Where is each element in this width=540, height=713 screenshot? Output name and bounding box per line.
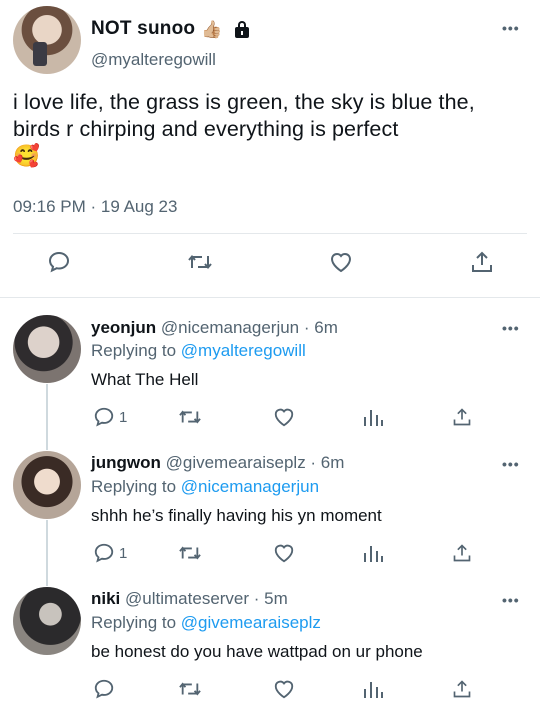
share-button[interactable] xyxy=(452,406,472,428)
replying-to: Replying to @myalteregowill xyxy=(91,341,306,361)
replying-to-label: Replying to xyxy=(91,477,177,496)
retweet-button[interactable] xyxy=(178,678,202,700)
handle-and-time[interactable]: @givemearaiseplz · 6m xyxy=(166,453,345,472)
replying-to: Replying to @nicemanagerjun xyxy=(91,477,319,497)
share-button[interactable] xyxy=(452,678,472,700)
avatar[interactable] xyxy=(13,587,81,655)
like-button[interactable] xyxy=(272,406,296,428)
heart-icon xyxy=(330,253,352,273)
retweet-button[interactable] xyxy=(187,250,213,274)
retweet-icon xyxy=(179,682,201,696)
timestamp[interactable]: 09:16 PM · 19 Aug 23 xyxy=(13,197,177,217)
speech-bubble-icon xyxy=(94,407,114,427)
replying-to-link[interactable]: @myalteregowill xyxy=(181,341,306,360)
main-name-row: NOT sunoo 👍🏼 xyxy=(91,18,250,40)
retweet-button[interactable] xyxy=(178,542,202,564)
replying-to-label: Replying to xyxy=(91,613,177,632)
replying-to-link[interactable]: @givemearaiseplz xyxy=(181,613,321,632)
share-icon xyxy=(453,680,471,698)
views-bar-icon xyxy=(364,682,383,698)
thread-line xyxy=(46,520,48,586)
share-icon xyxy=(472,251,492,272)
tweet-text-body: i love life, the grass is green, the sky… xyxy=(13,90,475,141)
reply-text: be honest do you have wattpad on ur phon… xyxy=(91,642,423,661)
reply-count: 1 xyxy=(119,408,128,426)
heart-icon xyxy=(274,408,294,427)
replying-to-link[interactable]: @nicemanagerjun xyxy=(181,477,319,496)
retweet-button[interactable] xyxy=(178,406,202,428)
views-button[interactable] xyxy=(362,406,384,428)
handle-and-time[interactable]: @ultimateserver · 5m xyxy=(125,589,288,608)
reply-button[interactable]: 1 xyxy=(93,406,127,428)
handle-and-time[interactable]: @nicemanagerjun · 6m xyxy=(161,318,338,337)
reply-header: jungwon @givemearaiseplz · 6m xyxy=(91,453,344,473)
divider xyxy=(0,297,540,298)
reply-button[interactable] xyxy=(93,678,115,700)
reply-text: What The Hell xyxy=(91,370,199,389)
display-name[interactable]: niki xyxy=(91,589,120,608)
more-options-icon[interactable]: ••• xyxy=(502,456,520,472)
tweet-text: i love life, the grass is green, the sky… xyxy=(13,89,523,170)
like-button[interactable] xyxy=(272,678,296,700)
avatar-phone-detail xyxy=(33,42,47,66)
lock-icon xyxy=(234,20,250,38)
avatar[interactable] xyxy=(13,6,81,74)
speech-bubble-icon xyxy=(94,679,114,699)
like-button[interactable] xyxy=(328,250,354,274)
display-name[interactable]: yeonjun xyxy=(91,318,156,337)
share-button[interactable] xyxy=(452,542,472,564)
views-button[interactable] xyxy=(362,678,384,700)
more-options-icon[interactable]: ••• xyxy=(502,320,520,336)
speech-bubble-icon xyxy=(94,543,114,563)
views-bar-icon xyxy=(364,410,383,426)
more-options-icon[interactable]: ••• xyxy=(502,592,520,608)
heart-icon xyxy=(274,544,294,563)
heart-icon xyxy=(274,680,294,699)
thread-line xyxy=(46,384,48,450)
reply-header: yeonjun @nicemanagerjun · 6m xyxy=(91,318,338,338)
reply-count: 1 xyxy=(119,544,128,562)
avatar[interactable] xyxy=(13,315,81,383)
share-icon xyxy=(453,408,471,426)
speech-bubble-icon xyxy=(48,251,70,273)
reply-text: shhh he’s finally having his yn moment xyxy=(91,506,382,525)
display-name[interactable]: jungwon xyxy=(91,453,161,472)
share-button[interactable] xyxy=(470,250,494,274)
handle[interactable]: @myalteregowill xyxy=(91,50,216,70)
reply-button[interactable]: 1 xyxy=(93,542,127,564)
share-icon xyxy=(453,544,471,562)
retweet-icon xyxy=(179,546,201,560)
retweet-icon xyxy=(179,410,201,424)
thumbs-up-emoji: 👍🏼 xyxy=(201,19,223,39)
more-options-icon[interactable]: ••• xyxy=(502,20,520,36)
replying-to-label: Replying to xyxy=(91,341,177,360)
avatar[interactable] xyxy=(13,451,81,519)
smiling-hearts-emoji: 🥰 xyxy=(13,144,40,168)
views-bar-icon xyxy=(364,546,383,562)
replying-to: Replying to @givemearaiseplz xyxy=(91,613,321,633)
retweet-icon xyxy=(188,254,212,270)
reply-header: niki @ultimateserver · 5m xyxy=(91,589,288,609)
display-name[interactable]: NOT sunoo xyxy=(91,18,195,40)
like-button[interactable] xyxy=(272,542,296,564)
reply-button[interactable] xyxy=(47,250,71,274)
views-button[interactable] xyxy=(362,542,384,564)
divider xyxy=(13,233,527,234)
